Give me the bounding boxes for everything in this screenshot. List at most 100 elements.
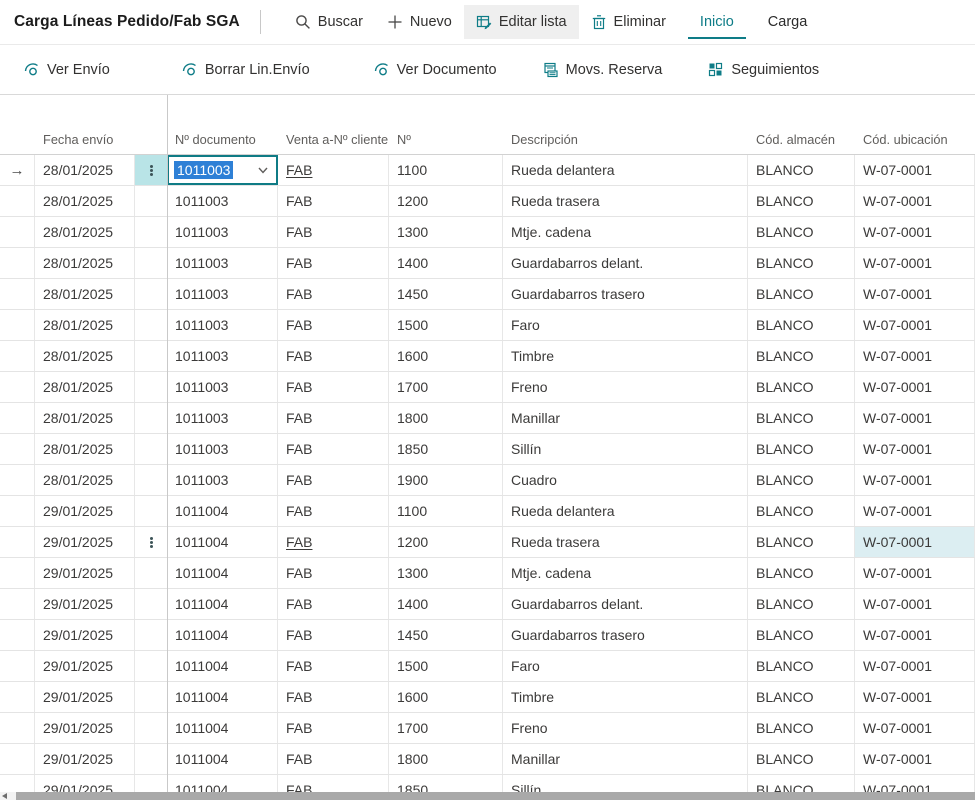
row-options-cell[interactable]: [135, 744, 167, 774]
cell-cod-ubicacion[interactable]: W-07-0001: [855, 651, 975, 681]
cell-descripcion[interactable]: Rueda delantera: [503, 155, 748, 185]
cell-num[interactable]: 1900: [389, 465, 503, 495]
horizontal-scrollbar[interactable]: [0, 792, 975, 800]
cell-num[interactable]: 1850: [389, 434, 503, 464]
cell-num-documento[interactable]: 1011004: [167, 589, 278, 619]
column-header-num[interactable]: Nº: [389, 132, 503, 148]
cell-cod-almacen[interactable]: BLANCO: [748, 279, 855, 309]
cell-descripcion[interactable]: Rueda trasera: [503, 527, 748, 557]
row-options-cell[interactable]: [135, 713, 167, 743]
cell-venta-cliente[interactable]: FAB: [278, 279, 389, 309]
movs-reserva-button[interactable]: Movs. Reserva: [543, 62, 663, 78]
ver-documento-button[interactable]: Ver Documento: [374, 62, 497, 78]
cell-cod-almacen[interactable]: BLANCO: [748, 713, 855, 743]
cell-venta-cliente[interactable]: FAB: [278, 465, 389, 495]
row-selector-cell[interactable]: [0, 620, 35, 650]
row-selector-cell[interactable]: [0, 682, 35, 712]
cell-cod-ubicacion[interactable]: W-07-0001: [855, 403, 975, 433]
scrollbar-thumb[interactable]: [16, 792, 975, 800]
cell-descripcion[interactable]: Manillar: [503, 744, 748, 774]
cell-cod-almacen[interactable]: BLANCO: [748, 651, 855, 681]
cell-cod-ubicacion[interactable]: W-07-0001: [855, 527, 975, 557]
cell-num-documento[interactable]: 1011003: [167, 403, 278, 433]
cell-cod-ubicacion[interactable]: W-07-0001: [855, 496, 975, 526]
cell-num-documento[interactable]: 1011003: [167, 372, 278, 402]
column-header-fecha-envio[interactable]: Fecha envío: [35, 132, 135, 148]
row-options-cell[interactable]: [135, 310, 167, 340]
cell-num-documento[interactable]: 1011003: [167, 248, 278, 278]
cell-cod-almacen[interactable]: BLANCO: [748, 465, 855, 495]
cell-descripcion[interactable]: Guardabarros delant.: [503, 589, 748, 619]
cell-descripcion[interactable]: Sillín: [503, 434, 748, 464]
cell-cod-almacen[interactable]: BLANCO: [748, 496, 855, 526]
cell-num-documento[interactable]: 1011003: [167, 155, 278, 185]
column-header-cod-ubicacion[interactable]: Cód. ubicación: [855, 132, 975, 148]
row-selector-cell[interactable]: [0, 465, 35, 495]
cell-cod-almacen[interactable]: BLANCO: [748, 186, 855, 216]
cell-venta-cliente[interactable]: FAB: [278, 713, 389, 743]
cell-cod-ubicacion[interactable]: W-07-0001: [855, 155, 975, 185]
cell-num[interactable]: 1400: [389, 248, 503, 278]
cell-num-documento[interactable]: 1011004: [167, 620, 278, 650]
cell-venta-cliente[interactable]: FAB: [278, 558, 389, 588]
cell-descripcion[interactable]: Guardabarros trasero: [503, 279, 748, 309]
row-options-cell[interactable]: [135, 620, 167, 650]
cell-num-documento[interactable]: 1011003: [167, 186, 278, 216]
cell-cod-almacen[interactable]: BLANCO: [748, 558, 855, 588]
cell-fecha-envio[interactable]: 28/01/2025: [35, 310, 135, 340]
row-options-cell[interactable]: [135, 589, 167, 619]
cell-venta-cliente[interactable]: FAB: [278, 155, 389, 185]
cell-fecha-envio[interactable]: 29/01/2025: [35, 682, 135, 712]
cell-venta-cliente[interactable]: FAB: [278, 620, 389, 650]
cell-venta-cliente[interactable]: FAB: [278, 403, 389, 433]
column-header-venta-cliente[interactable]: Venta a-Nº cliente: [278, 132, 389, 148]
cell-num[interactable]: 1800: [389, 403, 503, 433]
row-selector-cell[interactable]: [0, 589, 35, 619]
borrar-lin-envio-button[interactable]: Borrar Lin.Envío: [182, 62, 310, 78]
column-header-num-documento[interactable]: Nº documento: [167, 132, 278, 148]
seguimientos-button[interactable]: Seguimientos: [708, 62, 819, 78]
cell-cod-almacen[interactable]: BLANCO: [748, 589, 855, 619]
cell-descripcion[interactable]: Rueda trasera: [503, 186, 748, 216]
cell-venta-cliente[interactable]: FAB: [278, 310, 389, 340]
cell-num[interactable]: 1100: [389, 496, 503, 526]
cell-num[interactable]: 1300: [389, 558, 503, 588]
cell-num[interactable]: 1300: [389, 217, 503, 247]
row-ellipsis-icon[interactable]: [150, 537, 153, 548]
cell-num[interactable]: 1200: [389, 527, 503, 557]
cell-fecha-envio[interactable]: 28/01/2025: [35, 403, 135, 433]
row-options-cell[interactable]: [135, 248, 167, 278]
cell-fecha-envio[interactable]: 29/01/2025: [35, 651, 135, 681]
cell-descripcion[interactable]: Mtje. cadena: [503, 217, 748, 247]
row-ellipsis-icon[interactable]: [150, 165, 153, 176]
selected-document-value[interactable]: 1011003: [174, 161, 233, 179]
row-options-cell[interactable]: [135, 434, 167, 464]
cell-fecha-envio[interactable]: 29/01/2025: [35, 713, 135, 743]
cell-cod-almacen[interactable]: BLANCO: [748, 620, 855, 650]
cell-cod-ubicacion[interactable]: W-07-0001: [855, 713, 975, 743]
cell-fecha-envio[interactable]: 28/01/2025: [35, 186, 135, 216]
row-selector-cell[interactable]: [0, 403, 35, 433]
row-options-cell[interactable]: [135, 341, 167, 371]
cell-num[interactable]: 1400: [389, 589, 503, 619]
cell-cod-almacen[interactable]: BLANCO: [748, 527, 855, 557]
cell-num[interactable]: 1700: [389, 372, 503, 402]
cell-num-documento[interactable]: 1011004: [167, 558, 278, 588]
tab-inicio[interactable]: Inicio: [688, 5, 746, 39]
cell-descripcion[interactable]: Freno: [503, 713, 748, 743]
cliente-link[interactable]: FAB: [286, 162, 312, 178]
row-options-cell[interactable]: [135, 155, 167, 185]
row-selector-cell[interactable]: [0, 310, 35, 340]
cell-fecha-envio[interactable]: 28/01/2025: [35, 279, 135, 309]
row-selector-cell[interactable]: [0, 186, 35, 216]
cell-cod-almacen[interactable]: BLANCO: [748, 744, 855, 774]
cell-fecha-envio[interactable]: 28/01/2025: [35, 434, 135, 464]
tab-carga[interactable]: Carga: [756, 5, 820, 39]
cell-fecha-envio[interactable]: 29/01/2025: [35, 620, 135, 650]
cell-cod-ubicacion[interactable]: W-07-0001: [855, 434, 975, 464]
cell-num-documento[interactable]: 1011003: [167, 217, 278, 247]
cell-descripcion[interactable]: Timbre: [503, 682, 748, 712]
cell-cod-ubicacion[interactable]: W-07-0001: [855, 744, 975, 774]
cell-venta-cliente[interactable]: FAB: [278, 248, 389, 278]
row-selector-cell[interactable]: [0, 558, 35, 588]
